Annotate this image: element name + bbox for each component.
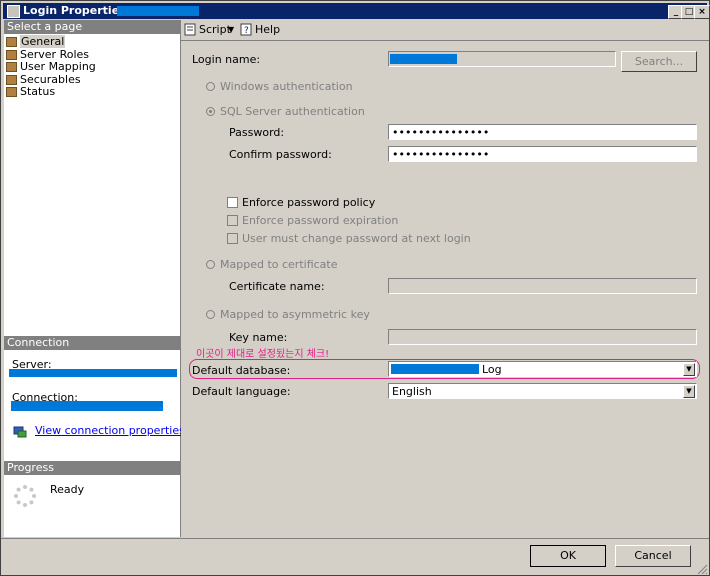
connection-header: Connection bbox=[4, 336, 180, 350]
resize-grip-icon[interactable] bbox=[696, 563, 708, 575]
page-icon bbox=[6, 62, 17, 72]
help-button[interactable]: Help bbox=[255, 23, 280, 37]
mapped-asym-label: Mapped to asymmetric key bbox=[220, 308, 370, 321]
toolbar: Script ▼ ? Help bbox=[181, 20, 709, 41]
chevron-down-icon[interactable]: ▼ bbox=[683, 363, 695, 376]
enforce-policy-checkbox[interactable] bbox=[227, 197, 238, 208]
title-redaction bbox=[117, 6, 199, 16]
connection-redaction bbox=[11, 401, 163, 411]
script-icon bbox=[184, 23, 196, 36]
page-icon bbox=[6, 75, 17, 85]
windows-auth-radio[interactable] bbox=[206, 82, 215, 91]
chevron-down-icon[interactable]: ▼ bbox=[683, 385, 695, 398]
script-button[interactable]: Script bbox=[199, 23, 231, 37]
database-redaction bbox=[391, 364, 479, 374]
page-icon bbox=[6, 37, 17, 47]
windows-auth-label: Windows authentication bbox=[220, 80, 353, 93]
password-field[interactable]: ••••••••••••••• bbox=[388, 124, 697, 140]
enforce-expiration-checkbox[interactable] bbox=[227, 215, 238, 226]
nav-item-status[interactable]: Status bbox=[6, 86, 55, 98]
default-language-label: Default language: bbox=[192, 385, 291, 398]
progress-header: Progress bbox=[4, 461, 180, 475]
must-change-checkbox[interactable] bbox=[227, 233, 238, 244]
login-name-label: Login name: bbox=[192, 53, 261, 66]
server-redaction bbox=[9, 369, 177, 377]
left-pane: Select a page General Server Roles User … bbox=[4, 20, 185, 537]
search-button[interactable]: Search... bbox=[621, 51, 697, 72]
default-database-select[interactable]: Log ▼ bbox=[388, 361, 697, 377]
button-bar: OK Cancel bbox=[1, 538, 709, 576]
default-language-value: English bbox=[392, 385, 432, 398]
default-database-label: Default database: bbox=[192, 364, 291, 377]
select-page-header: Select a page bbox=[4, 20, 180, 34]
login-name-field[interactable] bbox=[388, 51, 616, 67]
view-connection-properties-link[interactable]: View connection properties bbox=[35, 424, 185, 437]
cert-name-field[interactable] bbox=[388, 278, 697, 294]
help-icon: ? bbox=[240, 23, 252, 36]
sql-auth-radio[interactable] bbox=[206, 107, 215, 116]
window-icon bbox=[7, 5, 20, 18]
password-label: Password: bbox=[229, 126, 285, 139]
progress-status: Ready bbox=[50, 483, 85, 496]
nav-item-general[interactable]: General bbox=[6, 35, 66, 48]
mapped-cert-label: Mapped to certificate bbox=[220, 258, 338, 271]
ok-button[interactable]: OK bbox=[530, 545, 606, 567]
page-icon bbox=[6, 87, 17, 97]
enforce-expiration-label: Enforce password expiration bbox=[242, 214, 399, 227]
default-language-select[interactable]: English ▼ bbox=[388, 383, 697, 399]
script-dropdown-arrow-icon[interactable]: ▼ bbox=[228, 23, 234, 37]
key-name-label: Key name: bbox=[229, 331, 288, 344]
general-page: Script ▼ ? Help Login name: Search... Wi… bbox=[181, 20, 709, 537]
enforce-policy-label: Enforce password policy bbox=[242, 196, 376, 209]
progress-spinner-icon bbox=[14, 485, 36, 507]
page-icon bbox=[6, 50, 17, 60]
login-properties-window: Login Properties - _ □ × Select a page G… bbox=[0, 0, 710, 576]
mapped-asym-radio[interactable] bbox=[206, 310, 215, 319]
title-bar[interactable]: Login Properties - _ □ × bbox=[3, 3, 710, 19]
annotation-text: 이곳이 제대로 설정됬는지 체크! bbox=[196, 349, 330, 360]
nav-item-user-mapping[interactable]: User Mapping bbox=[6, 61, 96, 73]
confirm-password-field[interactable]: ••••••••••••••• bbox=[388, 146, 697, 162]
mapped-cert-radio[interactable] bbox=[206, 260, 215, 269]
login-name-redaction bbox=[390, 54, 457, 64]
connection-properties-icon bbox=[13, 426, 27, 438]
sql-auth-label: SQL Server authentication bbox=[220, 105, 365, 118]
key-name-field[interactable] bbox=[388, 329, 697, 345]
confirm-password-label: Confirm password: bbox=[229, 148, 332, 161]
close-button[interactable]: × bbox=[694, 5, 710, 19]
must-change-label: User must change password at next login bbox=[242, 232, 471, 245]
default-database-value: Log bbox=[482, 363, 502, 376]
cert-name-label: Certificate name: bbox=[229, 280, 325, 293]
svg-text:?: ? bbox=[244, 26, 249, 36]
cancel-button[interactable]: Cancel bbox=[615, 545, 691, 567]
